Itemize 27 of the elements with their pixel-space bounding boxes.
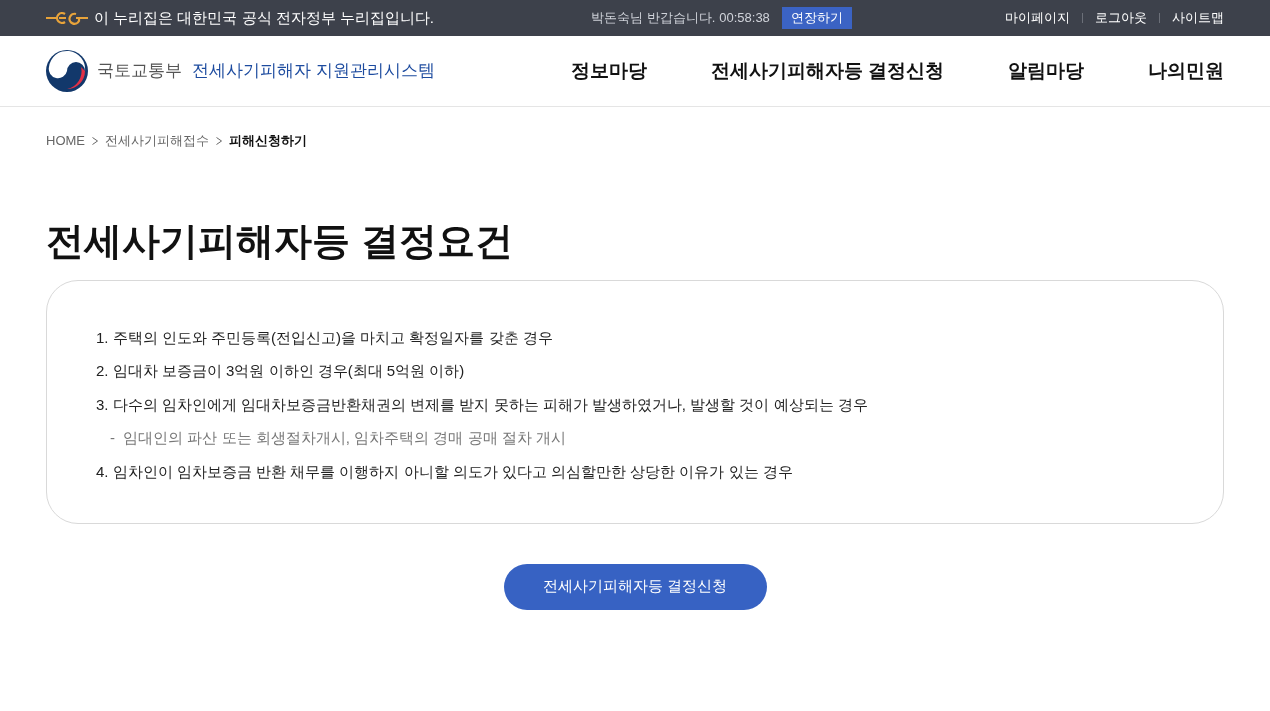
system-name: 전세사기피해자 지원관리시스템 (192, 60, 435, 83)
requirement-note: - 임대인의 파산 또는 회생절차개시, 임차주택의 경매 공매 절차 개시 (109, 428, 567, 448)
eg-logo-icon (46, 11, 88, 25)
requirement-item: 3. 다수의 임차인에게 임대차보증금반환채권의 변제를 받지 못하는 피해가 발생하였거나, 발생할 것이 예상되는 경우 (96, 394, 869, 415)
breadcrumb-link[interactable]: 피해신청하기 (229, 131, 307, 151)
top-link[interactable]: 로그아웃 (1095, 8, 1147, 28)
top-link[interactable]: 마이페이지 (1005, 8, 1070, 28)
extend-button[interactable]: 연장하기 (781, 7, 852, 29)
ministry-name: 국토교통부 (97, 60, 182, 83)
top-link[interactable]: 사이트맵 (1172, 8, 1224, 28)
breadcrumb-link[interactable]: 전세사기피해접수 (105, 131, 209, 151)
chevron-right-icon (216, 136, 222, 145)
page-title: 전세사기피해자등 결정요건 (45, 218, 514, 264)
nav-menu-item[interactable]: 정보마당 (570, 56, 647, 86)
official-site-notice: 이 누리집은 대한민국 공식 전자정부 누리집입니다. (94, 7, 434, 28)
chevron-right-icon (92, 136, 98, 145)
requirement-item: 4. 임차인이 임차보증금 반환 채무를 이행하지 아니할 의도가 있다고 의심할만한 상당한 이유가 있는 경우 (96, 461, 794, 482)
requirement-item: 1. 주택의 인도와 주민등록(전입신고)을 마치고 확정일자를 갖춘 경우 (96, 327, 554, 348)
apply-button[interactable]: 전세사기피해자등 결정신청 (503, 563, 767, 610)
nav-menu-item[interactable]: 알림마당 (1008, 56, 1084, 86)
greeting-text: 박돈숙님 반갑습니다. (591, 9, 716, 28)
requirement-item: 2. 임대차 보증금이 3억원 이하인 경우(최대 5억원 이하) (96, 361, 466, 381)
emblem-logo-icon (46, 50, 88, 92)
session-timer: 00:58:38 (719, 9, 770, 28)
nav-menu-item[interactable]: 나의민원 (1148, 56, 1224, 86)
breadcrumb-link[interactable]: HOME (46, 131, 85, 151)
nav-menu-item[interactable]: 전세사기피해자등 결정신청 (710, 56, 944, 86)
